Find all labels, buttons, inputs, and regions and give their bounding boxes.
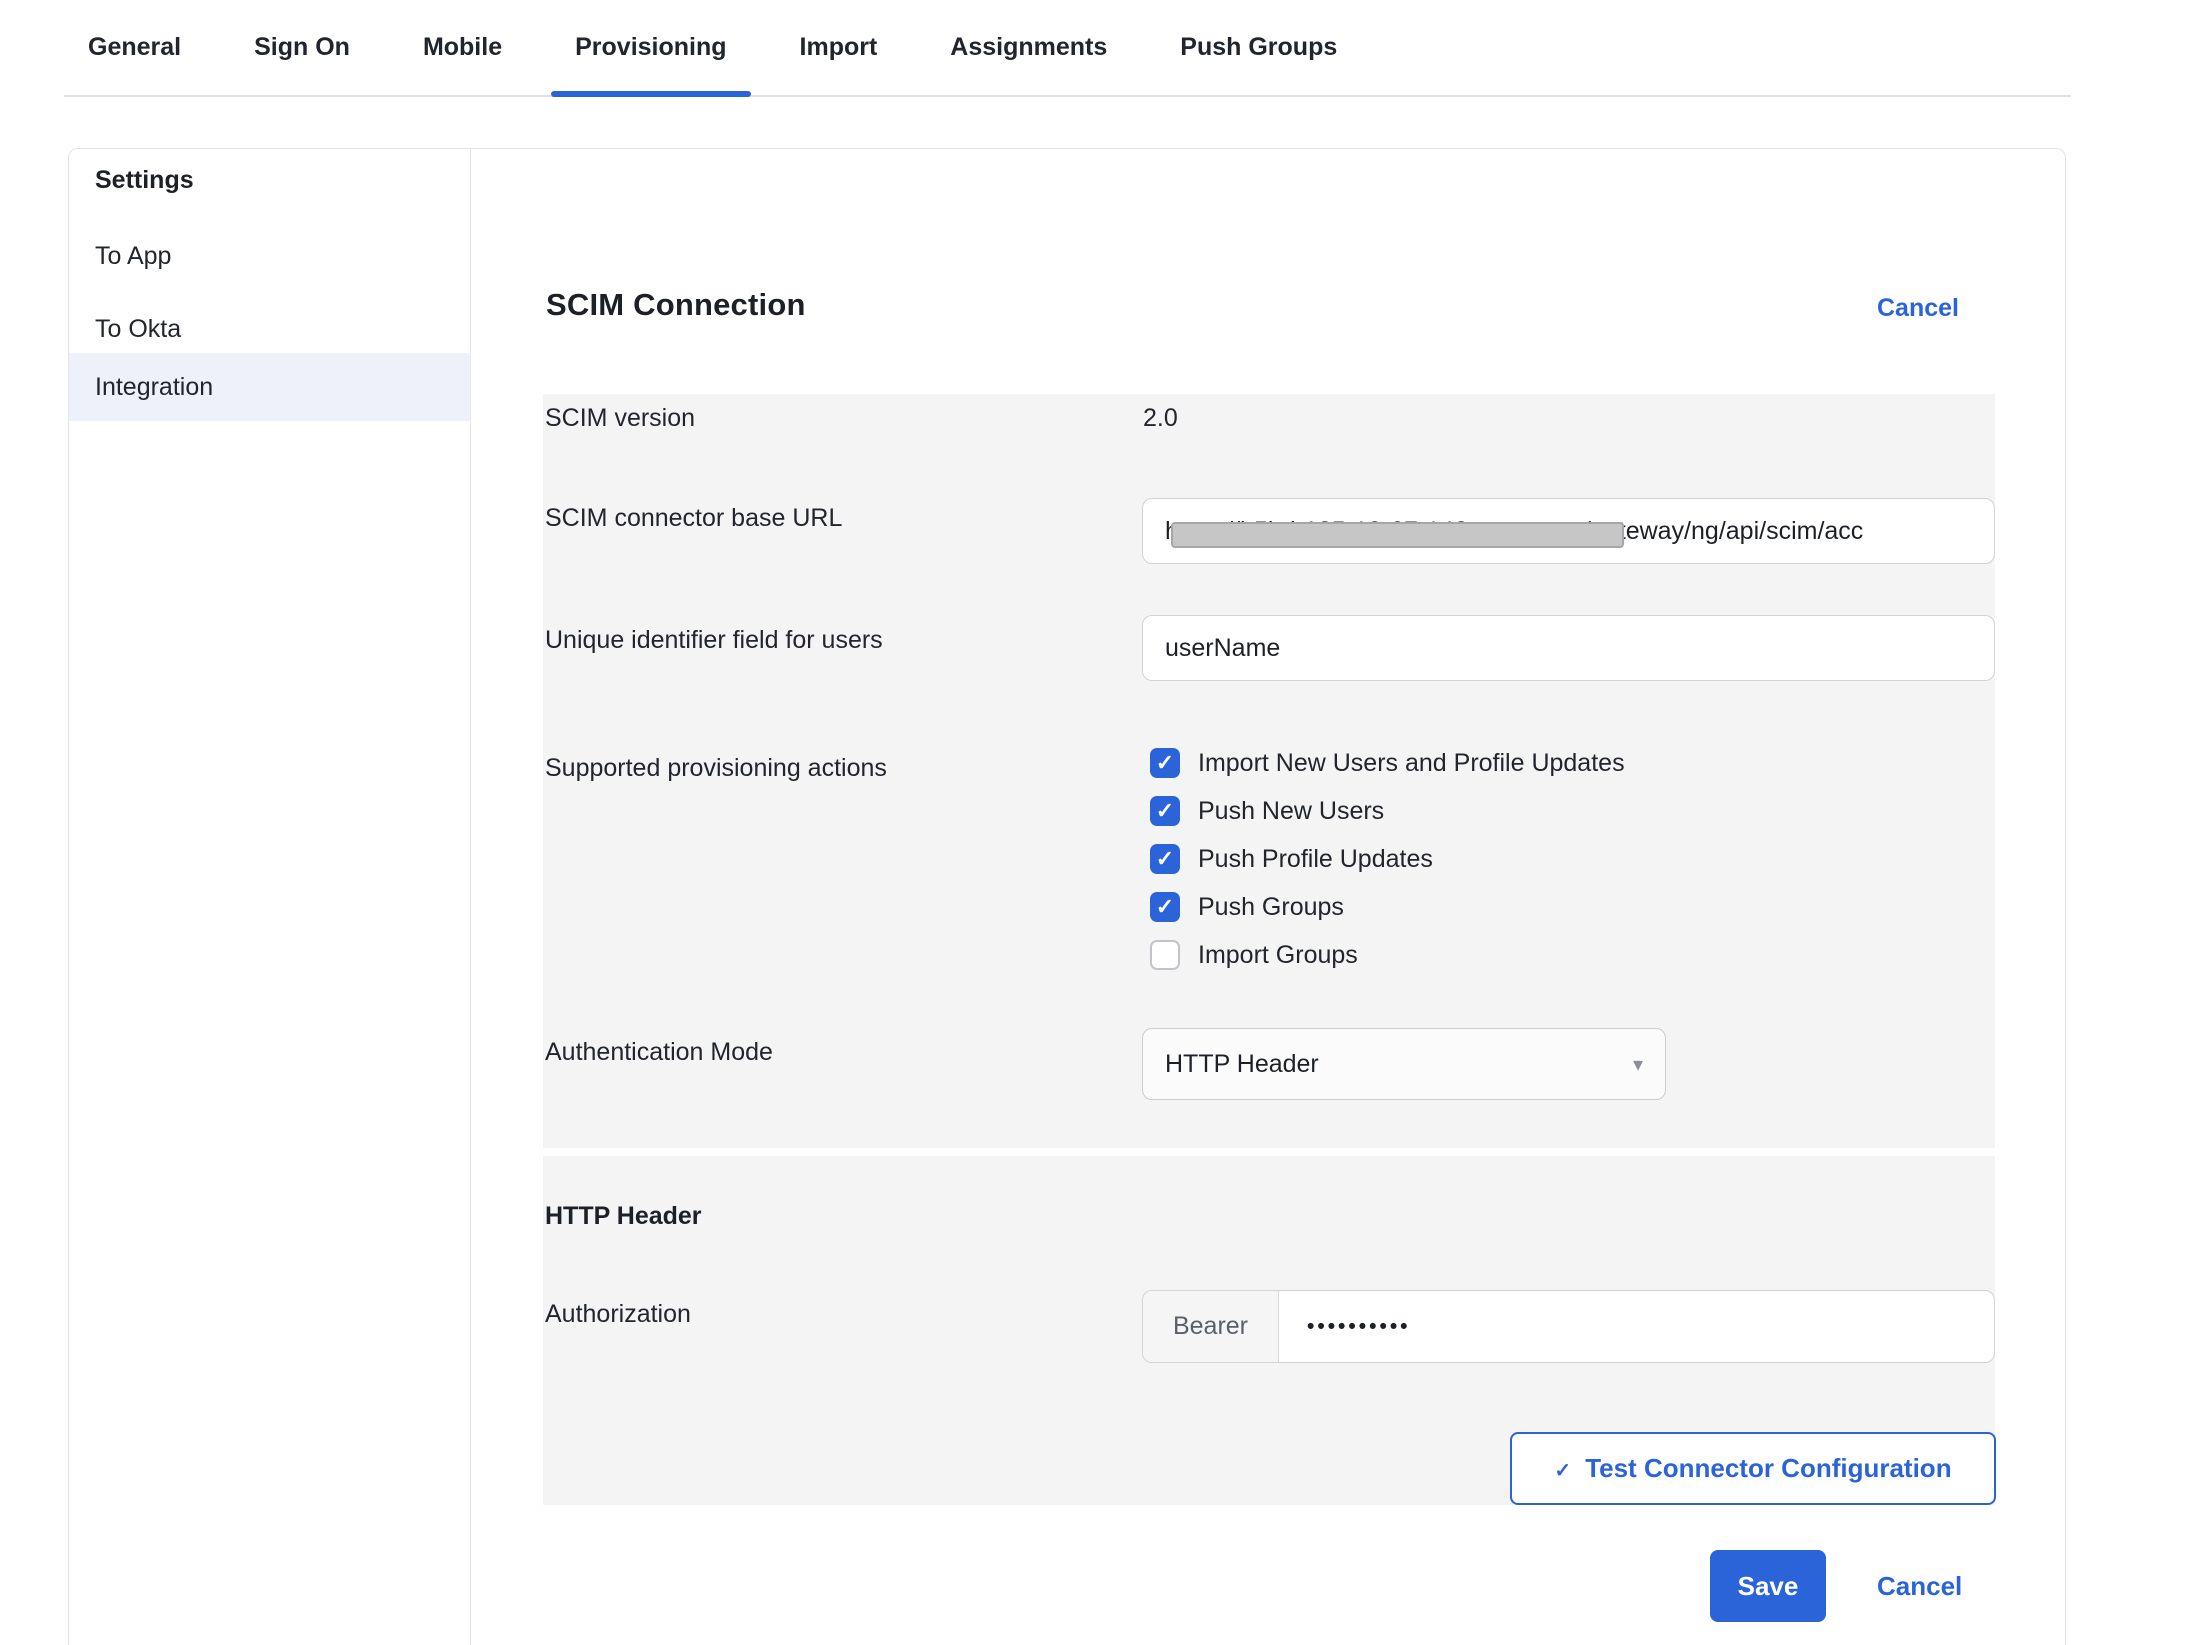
bearer-prefix: Bearer (1143, 1291, 1279, 1362)
tab-assignments[interactable]: Assignments (926, 0, 1131, 95)
auth-mode-label: Authentication Mode (545, 1038, 773, 1067)
checkbox-label: Push New Users (1198, 797, 1384, 826)
tab-provisioning[interactable]: Provisioning (551, 0, 750, 95)
provisioning-actions-label: Supported provisioning actions (545, 754, 887, 783)
auth-mode-select[interactable]: HTTP Header (1142, 1028, 1666, 1100)
sidebar-item-to-app[interactable]: To App (69, 231, 470, 281)
chevron-down-icon (1633, 1029, 1643, 1099)
unique-id-label: Unique identifier field for users (545, 626, 883, 655)
checkbox-box (1150, 796, 1180, 826)
authorization-token-input[interactable]: •••••••••• (1279, 1291, 1994, 1362)
http-header-section-title: HTTP Header (545, 1202, 702, 1231)
http-header-panel: HTTP Header Authorization Bearer •••••••… (543, 1156, 1995, 1505)
sidebar-title: Settings (95, 166, 194, 195)
checkbox-push-profile-updates[interactable]: Push Profile Updates (1150, 844, 1433, 874)
auth-mode-value: HTTP Header (1165, 1029, 1319, 1099)
unique-id-input[interactable]: userName (1142, 615, 1995, 681)
checkbox-push-new-users[interactable]: Push New Users (1150, 796, 1384, 826)
unique-id-value: userName (1165, 616, 1280, 680)
check-icon (1554, 1453, 1571, 1484)
checkbox-label: Push Profile Updates (1198, 845, 1433, 874)
cancel-link-bottom[interactable]: Cancel (1877, 1571, 1962, 1602)
app-tab-bar: General Sign On Mobile Provisioning Impo… (64, 0, 2071, 97)
tab-mobile[interactable]: Mobile (399, 0, 526, 95)
check-icon (1156, 896, 1174, 919)
tab-general[interactable]: General (64, 0, 205, 95)
cancel-link-top[interactable]: Cancel (1877, 294, 1959, 323)
test-connector-configuration-button[interactable]: Test Connector Configuration (1510, 1432, 1996, 1505)
checkbox-push-groups[interactable]: Push Groups (1150, 892, 1344, 922)
base-url-input[interactable]: https://b5bd-185-19-67-148 /gateway/ng/a… (1142, 498, 1995, 564)
settings-sidebar: Settings To App To Okta Integration (69, 149, 471, 1645)
redaction-bar (1171, 522, 1624, 548)
save-button[interactable]: Save (1710, 1550, 1826, 1622)
sidebar-item-integration[interactable]: Integration (69, 353, 470, 421)
checkbox-label: Import Groups (1198, 941, 1358, 970)
checkbox-box (1150, 748, 1180, 778)
checkbox-import-groups[interactable]: Import Groups (1150, 940, 1358, 970)
check-icon (1156, 800, 1174, 823)
check-icon (1156, 848, 1174, 871)
base-url-label: SCIM connector base URL (545, 504, 842, 533)
authorization-label: Authorization (545, 1300, 691, 1329)
check-icon (1156, 752, 1174, 775)
checkbox-box (1150, 940, 1180, 970)
authorization-input-group: Bearer •••••••••• (1142, 1290, 1995, 1363)
test-connector-label: Test Connector Configuration (1585, 1453, 1951, 1484)
scim-settings-panel: SCIM version 2.0 SCIM connector base URL… (543, 394, 1995, 1148)
sidebar-item-to-okta[interactable]: To Okta (69, 304, 470, 354)
checkbox-label: Import New Users and Profile Updates (1198, 749, 1625, 778)
scim-version-label: SCIM version (545, 404, 695, 433)
checkbox-box (1150, 844, 1180, 874)
tab-import[interactable]: Import (776, 0, 902, 95)
tab-sign-on[interactable]: Sign On (230, 0, 374, 95)
tab-push-groups[interactable]: Push Groups (1156, 0, 1361, 95)
checkbox-box (1150, 892, 1180, 922)
checkbox-import-new-users[interactable]: Import New Users and Profile Updates (1150, 748, 1625, 778)
checkbox-label: Push Groups (1198, 893, 1344, 922)
scim-version-value: 2.0 (1143, 404, 1178, 433)
page-title: SCIM Connection (546, 287, 806, 323)
base-url-visible-end: /gateway/ng/api/scim/acc (1584, 517, 1863, 546)
